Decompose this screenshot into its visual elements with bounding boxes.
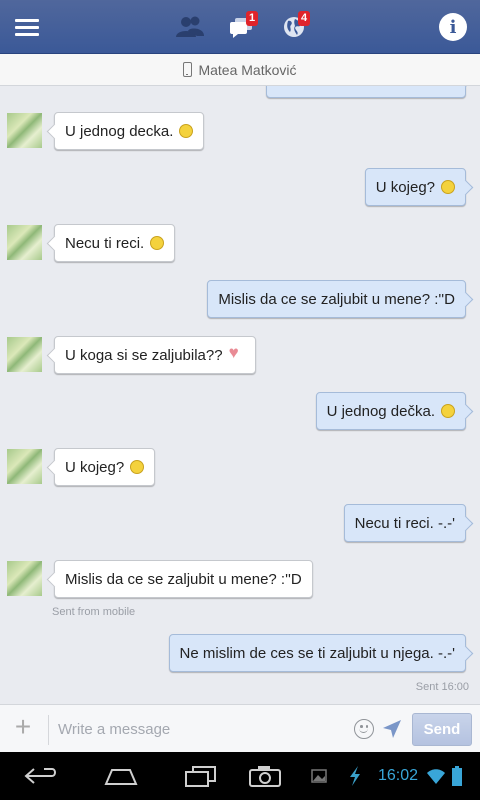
messages-button[interactable]: 1: [222, 0, 262, 54]
send-button[interactable]: Send: [412, 713, 472, 746]
message-bubble-incoming: Necu ti reci.: [54, 224, 176, 262]
location-arrow-icon[interactable]: [382, 719, 402, 739]
message-bubble-outgoing: Necu ti reci. -.-': [343, 504, 466, 542]
wifi-icon: [427, 769, 445, 784]
message-text: Necu ti reci.: [65, 234, 145, 252]
smile-emoji-icon: [130, 460, 145, 474]
message-text: U jednog decka.: [65, 122, 174, 140]
mobile-phone-icon: [183, 62, 193, 77]
hamburger-icon: [15, 15, 39, 40]
back-icon[interactable]: [22, 764, 60, 788]
composer-divider: [48, 715, 49, 745]
grin-emoji-icon: [441, 180, 455, 194]
message-text: Mislis da ce se zaljubit u mene? :''D: [218, 290, 455, 308]
contact-avatar[interactable]: [7, 449, 42, 484]
message-bubble-partial: [266, 86, 466, 98]
message-bubble-incoming: U kojeg?: [54, 448, 156, 486]
contact-avatar[interactable]: [7, 225, 42, 260]
status-clock: 16:02: [378, 767, 419, 784]
sent-time-label: Sent 16:00: [415, 681, 469, 693]
message-text: Necu ti reci. -.-': [354, 514, 455, 532]
contact-header: Matea Matković: [0, 54, 480, 86]
info-icon: i: [439, 13, 467, 41]
notifications-button[interactable]: 4: [274, 0, 314, 54]
screenshot-icon[interactable]: [248, 764, 282, 788]
gallery-status-icon: [311, 769, 327, 783]
message-text: U jednog dečka.: [326, 402, 435, 420]
message-bubble-incoming: Mislis da ce se zaljubit u mene? :''D: [54, 560, 313, 598]
message-bubble-outgoing: U kojeg?: [364, 168, 466, 206]
contact-avatar[interactable]: [7, 337, 42, 372]
contact-name: Matea Matković: [198, 61, 297, 78]
conversation-thread[interactable]: U jednog decka. U kojeg? Necu ti reci. M…: [0, 86, 480, 704]
message-composer: + Send: [0, 704, 480, 752]
home-icon[interactable]: [102, 764, 140, 788]
smiley-icon: [359, 728, 368, 733]
battery-icon: [452, 766, 462, 786]
friend-requests-button[interactable]: [170, 0, 210, 54]
attach-plus-button[interactable]: +: [12, 713, 34, 741]
message-text: Ne mislim de ces se ti zaljubit u njega.…: [179, 644, 455, 662]
contact-avatar[interactable]: [7, 561, 42, 596]
message-bubble-incoming: U koga si se zaljubila??: [54, 336, 256, 374]
message-text: U kojeg?: [375, 178, 435, 196]
top-app-bar: 1 4 i: [0, 0, 480, 54]
notifications-badge: 4: [298, 11, 310, 26]
smile-emoji-icon: [179, 124, 194, 138]
message-bubble-incoming: U jednog decka.: [54, 112, 205, 150]
sent-from-mobile-label: Sent from mobile: [52, 606, 136, 618]
unamused-emoji-icon: [150, 236, 165, 250]
system-navigation-bar: 16:02: [0, 752, 480, 800]
heart-emoji-icon: [229, 343, 245, 363]
message-bubble-outgoing: Ne mislim de ces se ti zaljubit u njega.…: [168, 634, 466, 672]
message-text: Mislis da ce se zaljubit u mene? :''D: [65, 570, 302, 588]
message-text: U koga si se zaljubila??: [65, 346, 223, 364]
wink-emoji-icon: [441, 404, 455, 418]
recent-apps-icon[interactable]: [183, 764, 219, 788]
message-text: U kojeg?: [65, 458, 125, 476]
friends-icon: [176, 16, 204, 37]
message-bubble-outgoing: Mislis da ce se zaljubit u mene? :''D: [207, 280, 466, 318]
contact-avatar[interactable]: [7, 113, 42, 148]
info-button[interactable]: i: [426, 0, 480, 54]
menu-button[interactable]: [0, 0, 54, 54]
message-input[interactable]: [58, 715, 343, 743]
messages-badge: 1: [246, 11, 258, 26]
message-bubble-outgoing: U jednog dečka.: [315, 392, 466, 430]
sync-status-icon: [350, 766, 360, 786]
emoji-picker-button[interactable]: [354, 719, 374, 739]
